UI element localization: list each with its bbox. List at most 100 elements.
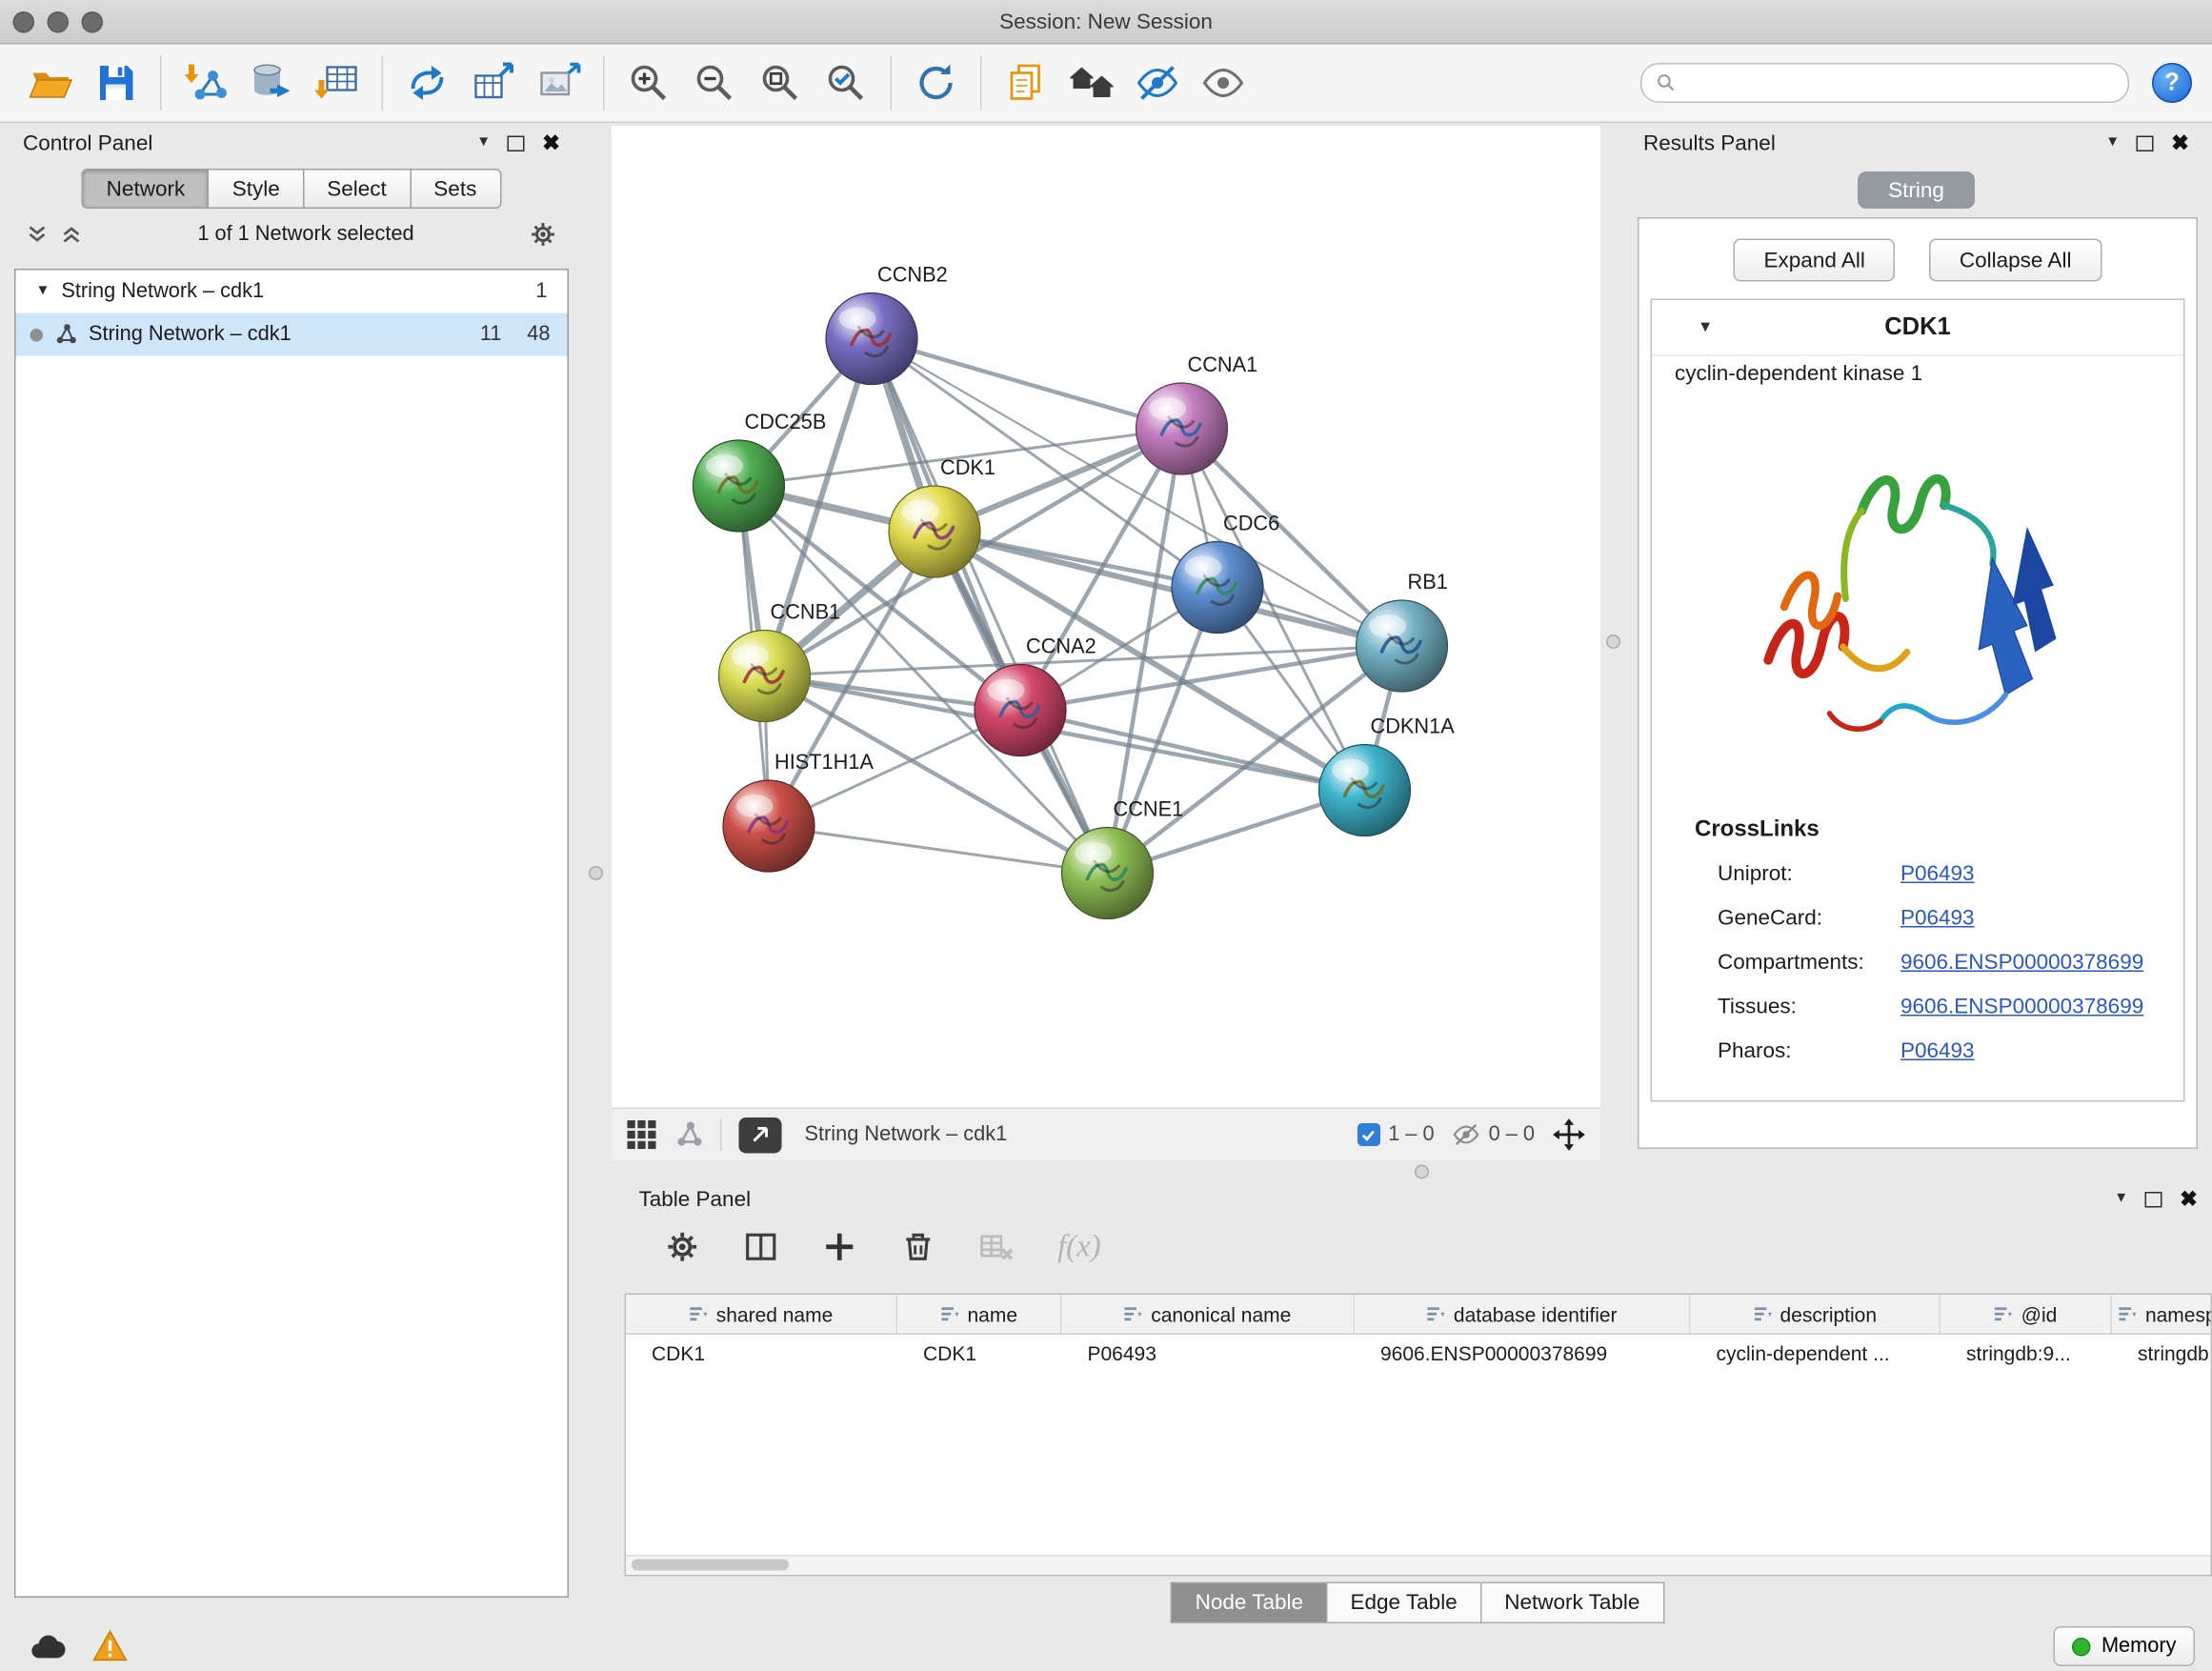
tab-sets[interactable]: Sets [410, 169, 501, 209]
tab-string[interactable]: String [1858, 171, 1975, 209]
network-node-CDK1[interactable] [889, 486, 980, 577]
network-edge[interactable] [872, 339, 1182, 430]
show-all-button[interactable] [1191, 50, 1257, 116]
help-button[interactable]: ? [2152, 63, 2192, 103]
close-panel-icon[interactable]: ✖ [542, 132, 560, 154]
pan-move-icon[interactable] [1552, 1117, 1586, 1152]
network-node-CCNE1[interactable] [1062, 828, 1154, 919]
tab-style[interactable]: Style [208, 169, 304, 209]
open-session-button[interactable] [17, 50, 83, 116]
expand-all-button[interactable]: Expand All [1734, 239, 1895, 282]
network-edge[interactable] [769, 826, 1108, 874]
column-header[interactable]: canonical name [1062, 1295, 1356, 1334]
column-header[interactable]: @id [1941, 1295, 2112, 1334]
expand-all-icon[interactable] [60, 223, 83, 246]
column-header[interactable]: shared name [626, 1295, 897, 1334]
network-node-CDKN1A[interactable] [1319, 745, 1411, 836]
scrollbar-thumb[interactable] [632, 1560, 789, 1571]
column-header[interactable]: database identifier [1355, 1295, 1691, 1334]
tree-expand-icon[interactable]: ▼ [36, 285, 50, 299]
new-network-from-table-button[interactable] [460, 50, 526, 116]
home-networks-button[interactable] [1059, 50, 1125, 116]
columns-icon[interactable] [743, 1228, 779, 1264]
import-table-file-button[interactable] [305, 50, 371, 116]
network-node-RB1[interactable] [1357, 600, 1448, 692]
crosslink-link[interactable]: P06493 [1900, 1039, 1975, 1064]
vertical-splitter-handle[interactable] [589, 866, 603, 880]
open-in-browser-button[interactable] [739, 1117, 782, 1153]
collapse-all-icon[interactable] [26, 223, 49, 246]
column-header[interactable]: description [1691, 1295, 1941, 1334]
column-sort-icon [689, 1305, 708, 1324]
crosslink-link[interactable]: P06493 [1900, 862, 1975, 887]
birdseye-grid-icon[interactable] [626, 1119, 657, 1151]
zoom-in-button[interactable] [616, 50, 682, 116]
network-node-HIST1H1A[interactable] [723, 780, 814, 872]
network-edge[interactable] [765, 339, 873, 676]
network-canvas[interactable]: CCNB2CCNA1CDC25BCDK1CDC6RB1CCNB1CCNA2CDK… [612, 126, 1600, 1108]
table-row[interactable]: CDK1 CDK1 P06493 9606.ENSP00000378699 cy… [626, 1335, 2211, 1372]
panel-menu-icon[interactable]: ▼ [476, 136, 491, 151]
add-column-icon[interactable] [822, 1228, 858, 1264]
panel-menu-icon[interactable]: ▼ [2105, 136, 2120, 151]
tab-network-table[interactable]: Network Table [1480, 1582, 1664, 1624]
import-network-file-button[interactable] [173, 50, 239, 116]
collapse-all-button[interactable]: Collapse All [1929, 239, 2101, 282]
network-edge[interactable] [1020, 711, 1365, 791]
save-session-button[interactable] [83, 50, 149, 116]
float-panel-icon[interactable] [508, 135, 525, 151]
gear-icon[interactable] [665, 1228, 701, 1264]
crosslink-label: Pharos: [1718, 1039, 1900, 1064]
panel-menu-icon[interactable]: ▼ [2114, 1192, 2128, 1206]
collapse-section-icon[interactable]: ▼ [1698, 319, 1713, 335]
column-header[interactable]: name [897, 1295, 1062, 1334]
collection-count: 1 [499, 280, 548, 303]
memory-button[interactable]: Memory [2053, 1627, 2195, 1667]
cloud-icon[interactable] [29, 1631, 66, 1662]
zoom-fit-button[interactable] [748, 50, 814, 116]
column-header[interactable]: namespace [2112, 1295, 2212, 1334]
horizontal-splitter-handle[interactable] [1415, 1165, 1429, 1179]
copy-style-button[interactable] [994, 50, 1059, 116]
vertical-splitter-handle[interactable] [1606, 634, 1620, 649]
hide-selected-button[interactable] [1125, 50, 1191, 116]
close-panel-icon[interactable]: ✖ [2171, 132, 2189, 154]
close-panel-icon[interactable]: ✖ [2180, 1188, 2198, 1210]
network-edge[interactable] [935, 532, 1402, 646]
share-network-icon[interactable] [674, 1120, 703, 1149]
network-collection-row[interactable]: ▼ String Network – cdk1 1 [16, 271, 568, 313]
refresh-network-button[interactable] [903, 50, 969, 116]
tab-network[interactable]: Network [82, 169, 210, 209]
tab-node-table[interactable]: Node Table [1171, 1582, 1327, 1624]
window-titlebar: Session: New Session [0, 0, 2212, 45]
network-node-CDC6[interactable] [1172, 542, 1263, 634]
selected-checkbox-icon[interactable] [1357, 1123, 1379, 1146]
network-node-CCNA2[interactable] [975, 665, 1066, 756]
warning-icon[interactable] [91, 1630, 129, 1664]
edge-count: 48 [502, 323, 551, 346]
network-node-CCNB2[interactable] [826, 293, 917, 385]
network-node-CDC25B[interactable] [694, 440, 785, 532]
tab-select[interactable]: Select [303, 169, 412, 209]
zoom-out-button[interactable] [682, 50, 748, 116]
gear-icon[interactable] [529, 220, 557, 249]
crosslink-link[interactable]: P06493 [1900, 906, 1975, 931]
crosslink-link[interactable]: 9606.ENSP00000378699 [1900, 995, 2143, 1019]
search-input[interactable] [1685, 70, 2114, 96]
horizontal-scrollbar[interactable] [626, 1555, 2211, 1575]
float-panel-icon[interactable] [2137, 135, 2154, 151]
export-image-button[interactable] [526, 50, 592, 116]
node-count: 11 [453, 323, 502, 346]
float-panel-icon[interactable] [2145, 1191, 2162, 1207]
network-node-CCNB1[interactable] [719, 631, 811, 722]
network-node-CCNA1[interactable] [1136, 383, 1228, 474]
import-network-database-button[interactable] [239, 50, 305, 116]
crosslink-link[interactable]: 9606.ENSP00000378699 [1900, 951, 2143, 976]
network-row[interactable]: String Network – cdk1 11 48 [16, 313, 568, 356]
delete-column-icon[interactable] [900, 1228, 936, 1264]
zoom-selected-button[interactable] [814, 50, 879, 116]
string-results-box: Expand All Collapse All ▼ CDK1 cyclin-de… [1638, 217, 2198, 1149]
network-edge[interactable] [872, 339, 1108, 874]
reroute-network-button[interactable] [394, 50, 460, 116]
tab-edge-table[interactable]: Edge Table [1326, 1582, 1481, 1624]
